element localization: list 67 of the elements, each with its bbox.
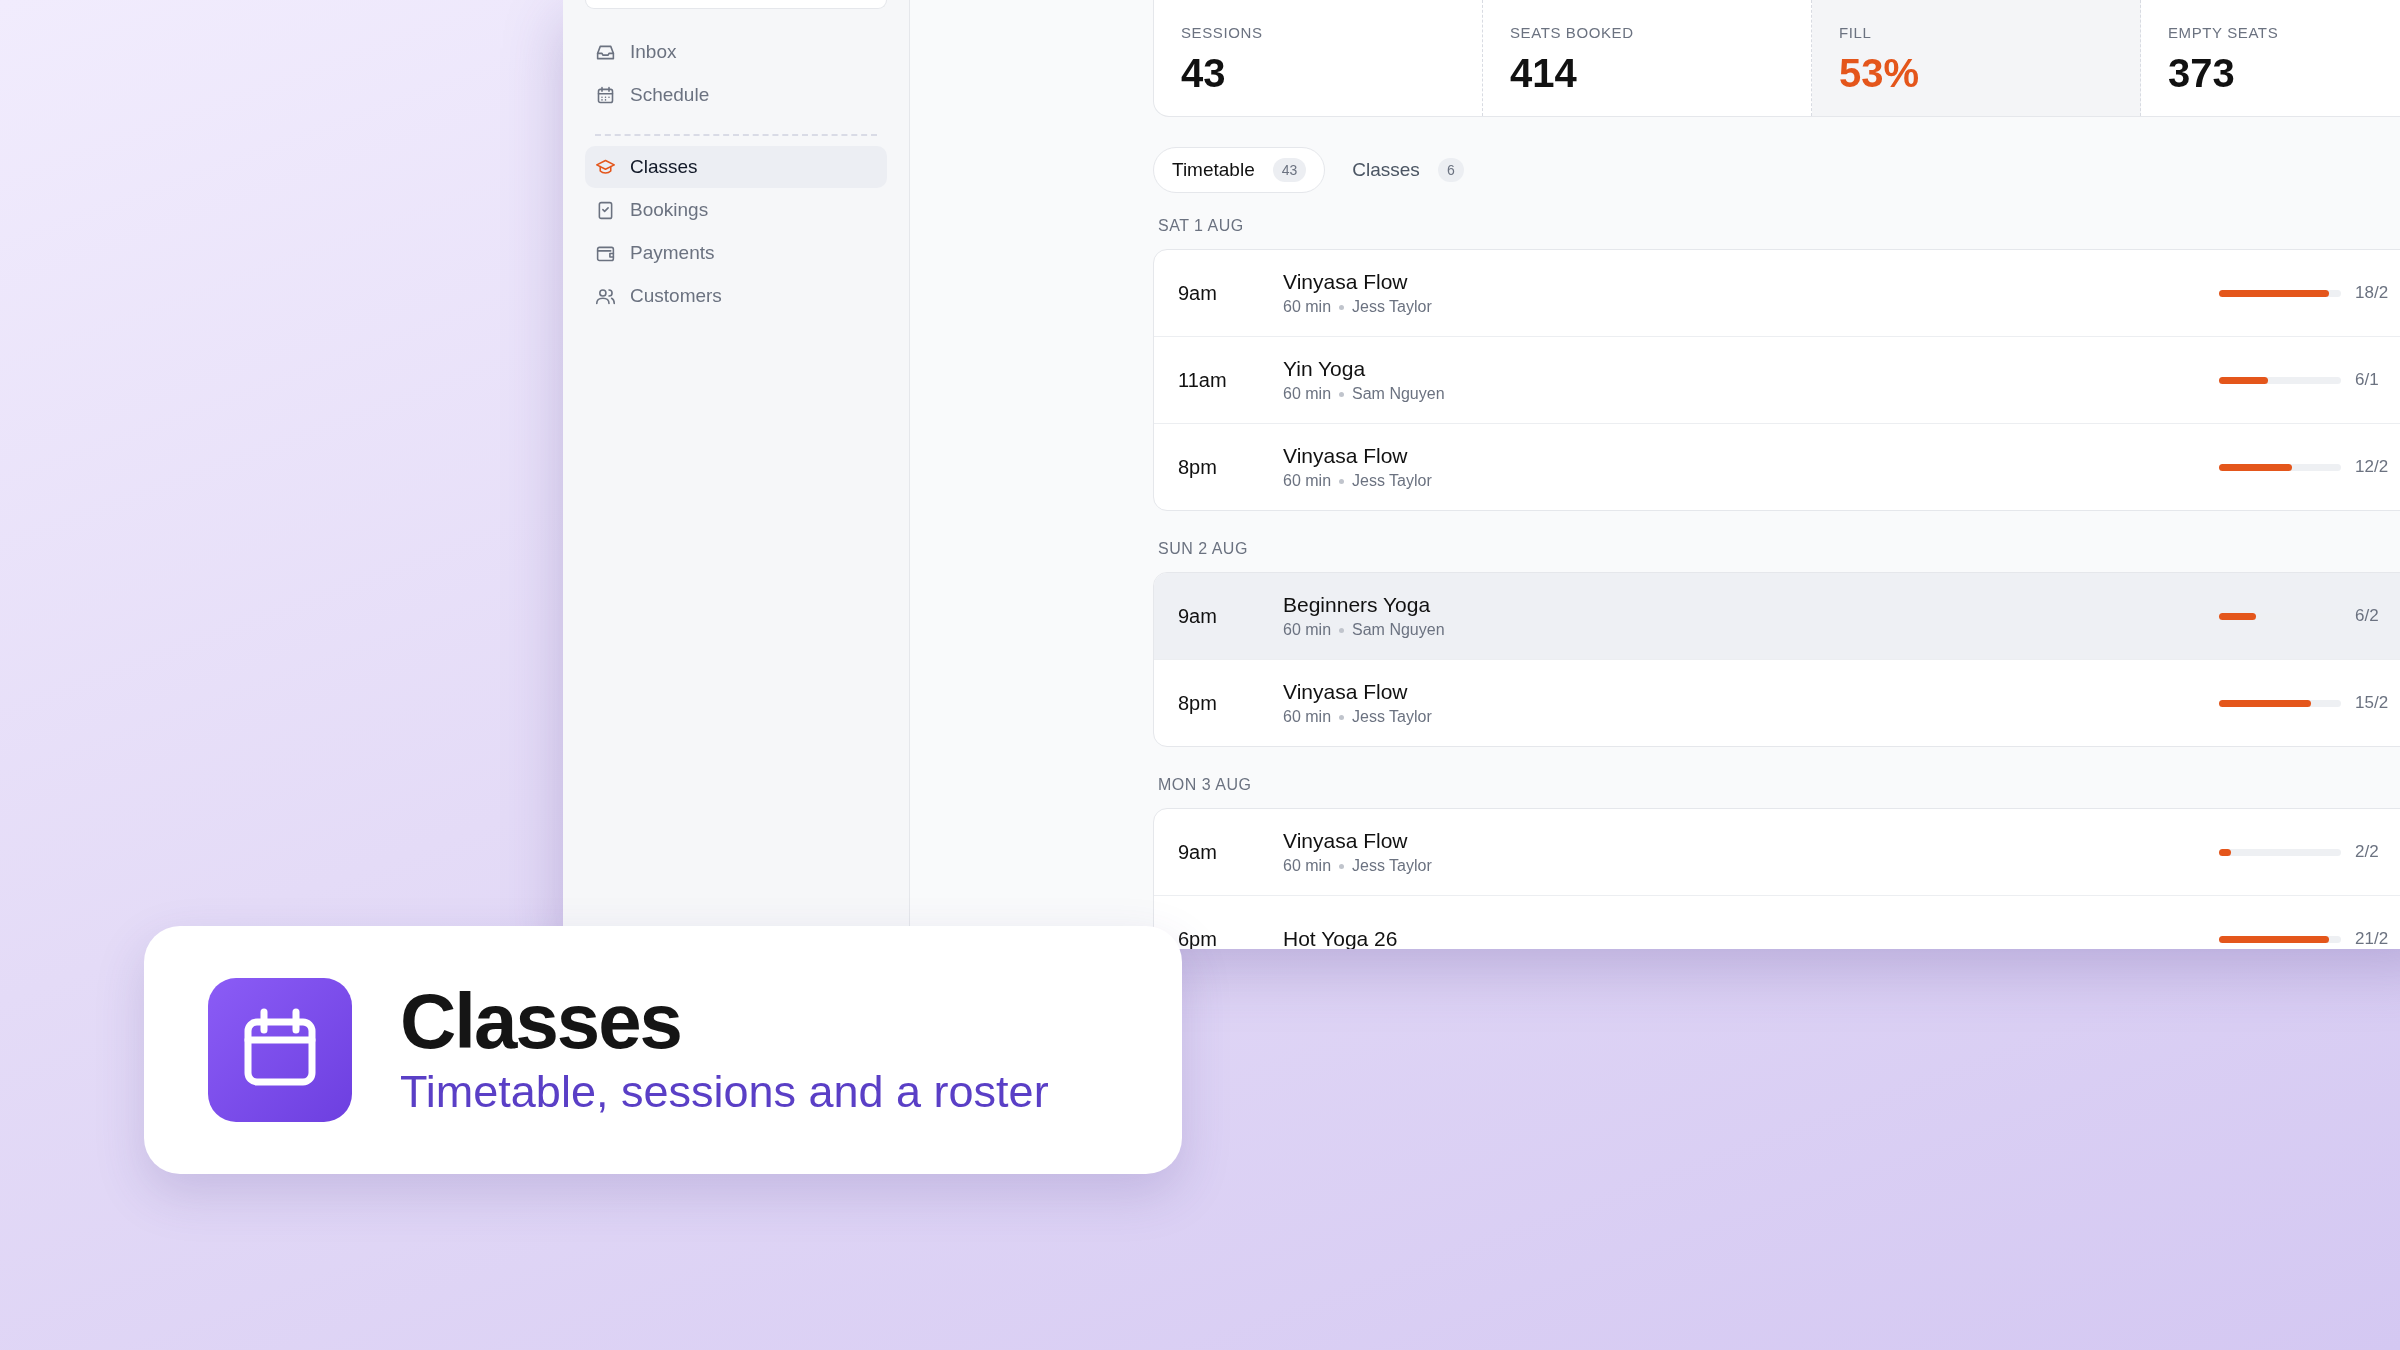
booked-count: 6/1 — [2355, 370, 2379, 390]
session-row[interactable]: 9am Vinyasa Flow 60 min Jess Taylor 2/2 — [1154, 809, 2400, 895]
stat-label: EMPTY SEATS — [2168, 24, 2280, 41]
session-time: 8pm — [1178, 691, 1218, 715]
feature-subtitle: Timetable, sessions and a roster — [400, 1066, 1049, 1118]
stat-label: SESSIONS — [1181, 24, 1264, 41]
stat-value: 53% — [1839, 51, 1921, 96]
session-time: 6pm — [1178, 927, 1218, 949]
date-heading: SUN 2 AUG — [1157, 540, 1249, 558]
teacher-name: Sam Nguyen — [1352, 621, 1445, 639]
session-time: 9am — [1178, 281, 1218, 305]
session-time: 11am — [1178, 368, 1228, 392]
duration: 60 min — [1283, 385, 1332, 403]
class-title: Vinyasa Flow — [1283, 270, 1409, 294]
booked-count: 6/2 — [2355, 606, 2379, 626]
separator-dot-icon — [1339, 478, 1345, 484]
session-row[interactable]: 11am Yin Yoga 60 min Sam Nguyen 6/1 — [1154, 336, 2400, 423]
class-title: Yin Yoga — [1283, 357, 1367, 381]
separator-dot-icon — [1339, 304, 1345, 310]
duration: 60 min — [1283, 621, 1332, 639]
session-row[interactable]: 9am Vinyasa Flow 60 min Jess Taylor 18/2 — [1154, 250, 2400, 336]
booked-count: 12/2 — [2355, 457, 2389, 477]
sidebar-item[interactable]: Payments — [585, 232, 887, 274]
stat-label: FILL — [1839, 24, 1873, 41]
sidebar-item[interactable]: Classes — [585, 146, 887, 188]
class-title: Beginners Yoga — [1283, 593, 1432, 617]
stat-value: 414 — [1510, 51, 1578, 96]
calendar-app-icon — [208, 978, 352, 1122]
date-heading: MON 3 AUG — [1157, 776, 1253, 794]
teacher-name: Jess Taylor — [1352, 708, 1432, 726]
stat-label: SEATS BOOKED — [1510, 24, 1635, 41]
date-heading: SAT 1 AUG — [1157, 217, 1245, 235]
stat-value: 373 — [2168, 51, 2236, 96]
session-time: 8pm — [1178, 455, 1218, 479]
duration: 60 min — [1283, 857, 1332, 875]
tab[interactable]: Timetable 43 — [1153, 147, 1326, 193]
duration: 60 min — [1283, 472, 1332, 490]
duration: 60 min — [1283, 298, 1332, 316]
calendar-icon — [595, 84, 616, 106]
session-row[interactable]: 8pm Vinyasa Flow 60 min Jess Taylor 15/2 — [1154, 659, 2400, 746]
class-title: Vinyasa Flow — [1283, 444, 1409, 468]
separator-dot-icon — [1339, 863, 1345, 869]
session-row[interactable]: 9am Beginners Yoga 60 min Sam Nguyen 6/2 — [1154, 573, 2400, 659]
duration: 60 min — [1283, 708, 1332, 726]
teacher-name: Jess Taylor — [1352, 298, 1432, 316]
feature-title: Classes — [400, 982, 682, 1060]
separator-dot-icon — [1339, 391, 1345, 397]
teacher-name: Jess Taylor — [1352, 472, 1432, 490]
class-title: Vinyasa Flow — [1283, 829, 1409, 853]
teacher-name: Jess Taylor — [1352, 857, 1432, 875]
sidebar-item[interactable]: Customers — [585, 275, 887, 317]
stat-value: 43 — [1181, 51, 1227, 96]
separator-dot-icon — [1339, 627, 1345, 633]
booked-count: 21/2 — [2355, 929, 2389, 949]
session-time: 9am — [1178, 840, 1218, 864]
sidebar-item[interactable]: Inbox — [585, 31, 887, 73]
session-time: 9am — [1178, 604, 1218, 628]
teacher-name: Sam Nguyen — [1352, 385, 1445, 403]
sidebar-item[interactable]: Bookings — [585, 189, 887, 231]
tab[interactable]: Classes 6 — [1333, 147, 1483, 193]
session-row[interactable]: 8pm Vinyasa Flow 60 min Jess Taylor 12/2 — [1154, 423, 2400, 510]
separator-dot-icon — [1339, 714, 1345, 720]
sidebar-item[interactable]: Schedule — [585, 74, 887, 116]
booked-count: 2/2 — [2355, 842, 2379, 862]
booked-count: 15/2 — [2355, 693, 2389, 713]
class-title: Vinyasa Flow — [1283, 680, 1409, 704]
booked-count: 18/2 — [2355, 283, 2389, 303]
